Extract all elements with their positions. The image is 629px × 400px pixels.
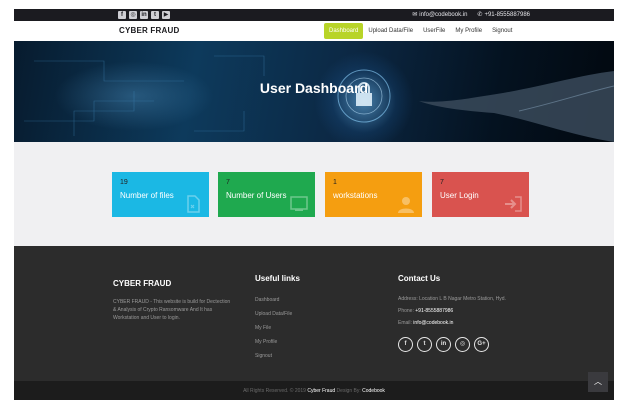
instagram-icon[interactable]: ◎ xyxy=(455,337,470,352)
footer-link-upload-data[interactable]: Upload Data/File xyxy=(255,307,365,321)
footer-link-my-file[interactable]: My File xyxy=(255,321,365,335)
page: f ◎ in t ▶ ✉ info@codebook.in ✆ +91-855588… xyxy=(14,9,614,400)
top-contact: ✉ info@codebook.in ✆ +91-8555887986 xyxy=(412,10,530,20)
hero-banner: User Dashboard xyxy=(14,41,614,142)
instagram-icon[interactable]: ◎ xyxy=(129,11,137,19)
stat-value: 7 xyxy=(226,179,230,186)
users-icon xyxy=(290,196,308,211)
stat-value: 1 xyxy=(333,179,337,186)
stat-value: 19 xyxy=(120,179,128,186)
top-phone[interactable]: ✆ +91-8555887986 xyxy=(477,10,530,20)
stat-card-workstations[interactable]: 1 workstations xyxy=(325,172,422,217)
facebook-icon[interactable]: f xyxy=(398,337,413,352)
copyright-bar: All Rights Reserved. © 2019 Cyber Fraud … xyxy=(14,381,614,400)
nav-item-dashboard[interactable]: Dashboard xyxy=(324,23,364,39)
user-icon xyxy=(398,197,414,213)
linkedin-icon[interactable]: in xyxy=(436,337,451,352)
back-to-top-button[interactable]: ︿ xyxy=(588,372,608,392)
footer-brand: CYBER FRAUD xyxy=(113,279,172,288)
file-icon xyxy=(187,195,200,213)
nav-item-userfile[interactable]: UserFile xyxy=(418,23,450,39)
footer-phone: Phone: +91-8555887986 xyxy=(398,308,454,314)
chevron-up-icon: ︿ xyxy=(594,377,602,386)
top-bar: f ◎ in t ▶ ✉ info@codebook.in ✆ +91-855588… xyxy=(14,9,614,21)
youtube-icon[interactable]: ▶ xyxy=(162,11,170,19)
nav-item-upload-data[interactable]: Upload Data/File xyxy=(363,23,418,39)
footer-link-dashboard[interactable]: Dashboard xyxy=(255,293,365,307)
footer-about: CYBER FRAUD CYBER FRAUD - This website i… xyxy=(113,279,233,322)
page-title: User Dashboard xyxy=(259,80,369,96)
footer-about-text: CYBER FRAUD - This website is build for … xyxy=(113,299,231,321)
stat-card-files[interactable]: 19 Number of files xyxy=(112,172,209,217)
footer-contact: Contact Us Address: Location L B Nagar M… xyxy=(398,274,598,352)
envelope-icon: ✉ xyxy=(412,12,418,18)
footer-address: Address: Location L B Nagar Metro Statio… xyxy=(398,296,506,302)
footer-contact-title: Contact Us xyxy=(398,274,441,283)
stat-cards: 19 Number of files 7 Number of Users 1 w… xyxy=(112,172,532,217)
google-plus-icon[interactable]: G+ xyxy=(474,337,489,352)
nav-menu: Dashboard Upload Data/File UserFile My P… xyxy=(324,23,517,39)
footer: CYBER FRAUD CYBER FRAUD - This website i… xyxy=(14,246,614,381)
footer-email: Email: info@codebook.in xyxy=(398,320,454,326)
stat-card-users[interactable]: 7 Number of Users xyxy=(218,172,315,217)
brand-logo[interactable]: CYBER FRAUD xyxy=(119,26,179,35)
footer-links: Useful links Dashboard Upload Data/File … xyxy=(255,274,365,363)
copyright-text: All Rights Reserved. © 2019 Cyber Fraud … xyxy=(243,388,385,394)
footer-social-icons: f t in ◎ G+ xyxy=(398,337,598,352)
stat-card-user-login[interactable]: 7 User Login xyxy=(432,172,529,217)
footer-links-title: Useful links xyxy=(255,274,300,283)
top-email[interactable]: ✉ info@codebook.in xyxy=(412,10,467,20)
sign-in-icon xyxy=(505,196,522,212)
main-nav: CYBER FRAUD Dashboard Upload Data/File U… xyxy=(14,21,614,41)
footer-link-my-profile[interactable]: My Profile xyxy=(255,335,365,349)
linkedin-icon[interactable]: in xyxy=(140,11,148,19)
twitter-icon[interactable]: t xyxy=(151,11,159,19)
padlock-icon xyxy=(337,69,391,123)
stat-value: 7 xyxy=(440,179,444,186)
phone-icon: ✆ xyxy=(477,12,483,18)
top-social-icons: f ◎ in t ▶ xyxy=(118,11,170,19)
footer-link-signout[interactable]: Signout xyxy=(255,349,365,363)
facebook-icon[interactable]: f xyxy=(118,11,126,19)
nav-item-signout[interactable]: Signout xyxy=(487,23,517,39)
twitter-icon[interactable]: t xyxy=(417,337,432,352)
nav-item-my-profile[interactable]: My Profile xyxy=(450,23,487,39)
